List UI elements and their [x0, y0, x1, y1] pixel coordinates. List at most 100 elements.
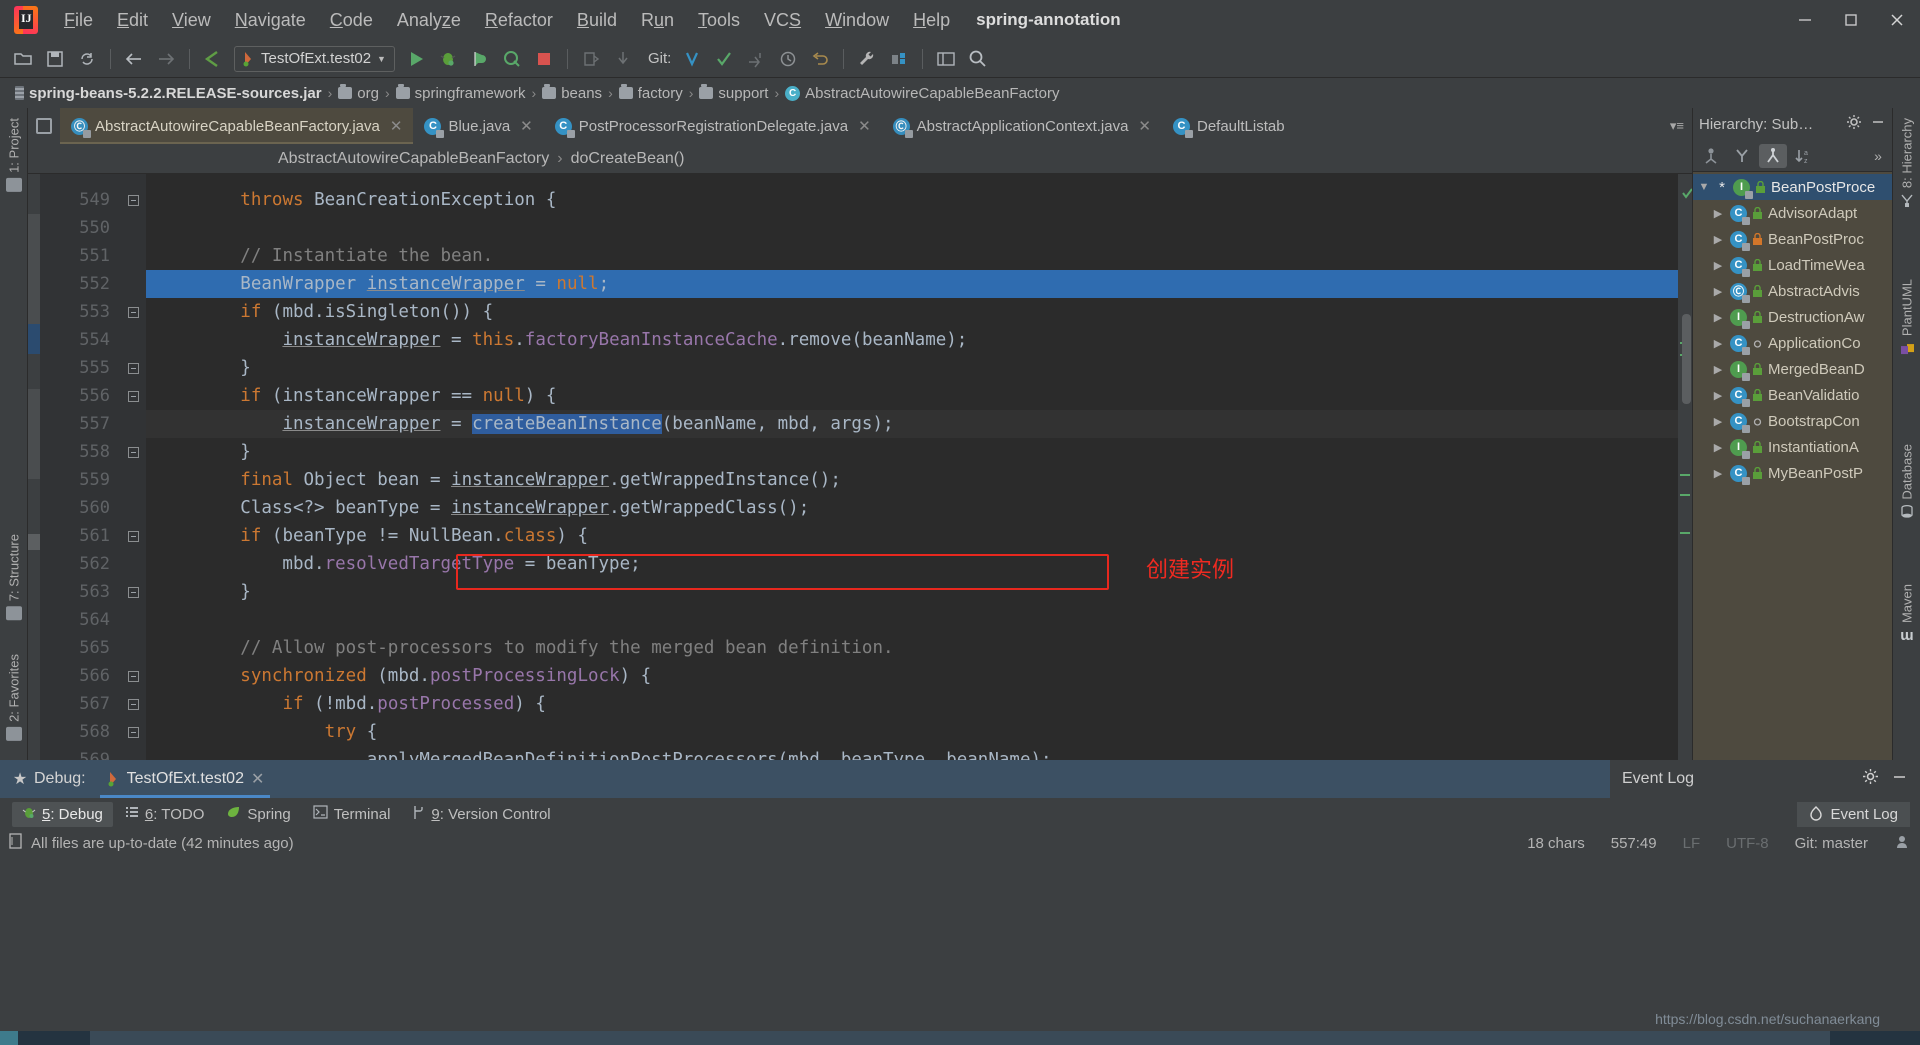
- chevron-down-icon[interactable]: ▼: [1697, 181, 1711, 193]
- settings-gear-icon[interactable]: [1846, 114, 1862, 134]
- fold-marker[interactable]: [120, 494, 146, 522]
- code-line-558[interactable]: }: [146, 438, 1678, 466]
- fold-marker[interactable]: [120, 746, 146, 760]
- sidebar-item-maven[interactable]: m Maven: [1893, 578, 1920, 651]
- maximize-icon[interactable]: [1828, 0, 1874, 40]
- code-line-549[interactable]: throws BeanCreationException {: [146, 186, 1678, 214]
- hierarchy-node-1[interactable]: ▶ C AdvisorAdapt: [1693, 200, 1892, 226]
- code-line-569[interactable]: applyMergedBeanDefinitionPostProcessors(…: [146, 746, 1678, 760]
- code-line-552[interactable]: BeanWrapper instanceWrapper = null;: [146, 270, 1678, 298]
- fold-marker[interactable]: [120, 438, 146, 466]
- forward-arrow-icon[interactable]: [151, 45, 181, 73]
- breadcrumb-item-0[interactable]: spring-beans-5.2.2.RELEASE-sources.jar: [10, 85, 327, 102]
- tool-window-button-spring[interactable]: Spring: [216, 802, 300, 826]
- sidebar-item-structure[interactable]: 7: Structure: [0, 528, 28, 626]
- sidebar-item-favorites[interactable]: 2: Favorites: [0, 648, 28, 747]
- menu-item-run[interactable]: Run: [629, 6, 686, 35]
- hierarchy-node-2[interactable]: ▶ C BeanPostProc: [1693, 226, 1892, 252]
- save-all-icon[interactable]: [40, 45, 70, 73]
- breadcrumb-item-4[interactable]: factory: [614, 84, 688, 102]
- plugins-icon[interactable]: [884, 45, 914, 73]
- breadcrumb-class[interactable]: AbstractAutowireCapableBeanFactory: [278, 150, 549, 168]
- menu-item-build[interactable]: Build: [565, 6, 629, 35]
- chevron-right-icon[interactable]: ▶: [1711, 467, 1725, 480]
- code-line-566[interactable]: synchronized (mbd.postProcessingLock) {: [146, 662, 1678, 690]
- fold-gutter[interactable]: [120, 174, 146, 760]
- chevron-right-icon[interactable]: ▶: [1711, 337, 1725, 350]
- code-line-559[interactable]: final Object bean = instanceWrapper.getW…: [146, 466, 1678, 494]
- breadcrumb-item-6[interactable]: C AbstractAutowireCapableBeanFactory: [780, 85, 1064, 102]
- fold-marker[interactable]: [120, 634, 146, 662]
- close-icon[interactable]: ✕: [520, 117, 533, 135]
- layout-icon[interactable]: [931, 45, 961, 73]
- code-line-562[interactable]: mbd.resolvedTargetType = beanType;: [146, 550, 1678, 578]
- minimize-icon[interactable]: [1870, 114, 1886, 134]
- code-line-561[interactable]: if (beanType != NullBean.class) {: [146, 522, 1678, 550]
- hierarchy-node-8[interactable]: ▶ C BeanValidatio: [1693, 382, 1892, 408]
- tool-window-button-debug[interactable]: 5: Debug: [12, 801, 113, 827]
- fold-marker[interactable]: [120, 270, 146, 298]
- breadcrumb-item-1[interactable]: org: [333, 84, 384, 102]
- chevron-right-icon[interactable]: ▶: [1711, 311, 1725, 324]
- menu-item-edit[interactable]: Edit: [105, 6, 160, 35]
- git-push-icon[interactable]: [741, 45, 771, 73]
- run-with-coverage-icon[interactable]: [465, 45, 495, 73]
- menu-item-refactor[interactable]: Refactor: [473, 6, 565, 35]
- chevron-right-icon[interactable]: ▶: [1711, 415, 1725, 428]
- code-line-564[interactable]: [146, 606, 1678, 634]
- close-icon[interactable]: ✕: [1138, 117, 1151, 135]
- code-line-565[interactable]: // Allow post-processors to modify the m…: [146, 634, 1678, 662]
- code-line-563[interactable]: }: [146, 578, 1678, 606]
- fold-marker[interactable]: [120, 382, 146, 410]
- chevron-right-icon[interactable]: ▶: [1711, 207, 1725, 220]
- fold-marker[interactable]: [120, 326, 146, 354]
- fold-marker[interactable]: [120, 214, 146, 242]
- inspection-icon[interactable]: [1894, 833, 1910, 853]
- menu-item-window[interactable]: Window: [813, 6, 901, 35]
- chevron-right-icon[interactable]: ▶: [1711, 233, 1725, 246]
- debug-icon[interactable]: [433, 45, 463, 73]
- hierarchy-node-4[interactable]: ▶ Ⓒ AbstractAdvis: [1693, 278, 1892, 304]
- back-arrow-icon[interactable]: [119, 45, 149, 73]
- git-branch[interactable]: Git: master: [1795, 835, 1868, 852]
- code-line-555[interactable]: }: [146, 354, 1678, 382]
- code-line-551[interactable]: // Instantiate the bean.: [146, 242, 1678, 270]
- fold-marker[interactable]: [120, 606, 146, 634]
- chevron-right-icon[interactable]: ▶: [1711, 259, 1725, 272]
- chevron-right-icon[interactable]: ▶: [1711, 441, 1725, 454]
- chevron-right-icon[interactable]: ▶: [1711, 285, 1725, 298]
- sync-icon[interactable]: [72, 45, 102, 73]
- hierarchy-node-5[interactable]: ▶ I DestructionAw: [1693, 304, 1892, 330]
- code-line-568[interactable]: try {: [146, 718, 1678, 746]
- code-line-550[interactable]: [146, 214, 1678, 242]
- breadcrumb-item-3[interactable]: beans: [537, 84, 607, 102]
- chevron-right-icon[interactable]: ▶: [1711, 389, 1725, 402]
- file-encoding[interactable]: UTF-8: [1726, 835, 1769, 852]
- breadcrumb-item-2[interactable]: springframework: [391, 84, 531, 102]
- close-icon[interactable]: ✕: [858, 117, 871, 135]
- fold-marker[interactable]: [120, 354, 146, 382]
- editor-scrollbar[interactable]: [1682, 314, 1691, 404]
- hierarchy-node-7[interactable]: ▶ I MergedBeanD: [1693, 356, 1892, 382]
- sidebar-item-hierarchy[interactable]: 8: Hierarchy: [1893, 112, 1920, 213]
- editor-tab-2[interactable]: C PostProcessorRegistrationDelegate.java ✕: [544, 108, 882, 144]
- fold-marker[interactable]: [120, 578, 146, 606]
- menu-item-tools[interactable]: Tools: [686, 6, 752, 35]
- tab-list-icon[interactable]: [28, 108, 60, 144]
- code-line-560[interactable]: Class<?> beanType = instanceWrapper.getW…: [146, 494, 1678, 522]
- fold-marker[interactable]: [120, 718, 146, 746]
- git-commit-check-icon[interactable]: [709, 45, 739, 73]
- tool-window-button-todo[interactable]: 6: TODO: [115, 802, 214, 826]
- hierarchy-node-0[interactable]: ▼ * I BeanPostProce: [1693, 174, 1892, 200]
- tab-overflow[interactable]: ▾≡: [1670, 108, 1692, 144]
- editor-tab-0[interactable]: Ⓒ AbstractAutowireCapableBeanFactory.java…: [60, 108, 414, 144]
- editor-tab-1[interactable]: C Blue.java ✕: [413, 108, 543, 144]
- editor-tab-3[interactable]: Ⓒ AbstractApplicationContext.java ✕: [882, 108, 1162, 144]
- fold-marker[interactable]: [120, 550, 146, 578]
- minimize-icon[interactable]: [1782, 0, 1828, 40]
- hierarchy-node-3[interactable]: ▶ C LoadTimeWea: [1693, 252, 1892, 278]
- menu-item-code[interactable]: Code: [318, 6, 385, 35]
- code-line-554[interactable]: instanceWrapper = this.factoryBeanInstan…: [146, 326, 1678, 354]
- fold-marker[interactable]: [120, 242, 146, 270]
- profile-icon[interactable]: [497, 45, 527, 73]
